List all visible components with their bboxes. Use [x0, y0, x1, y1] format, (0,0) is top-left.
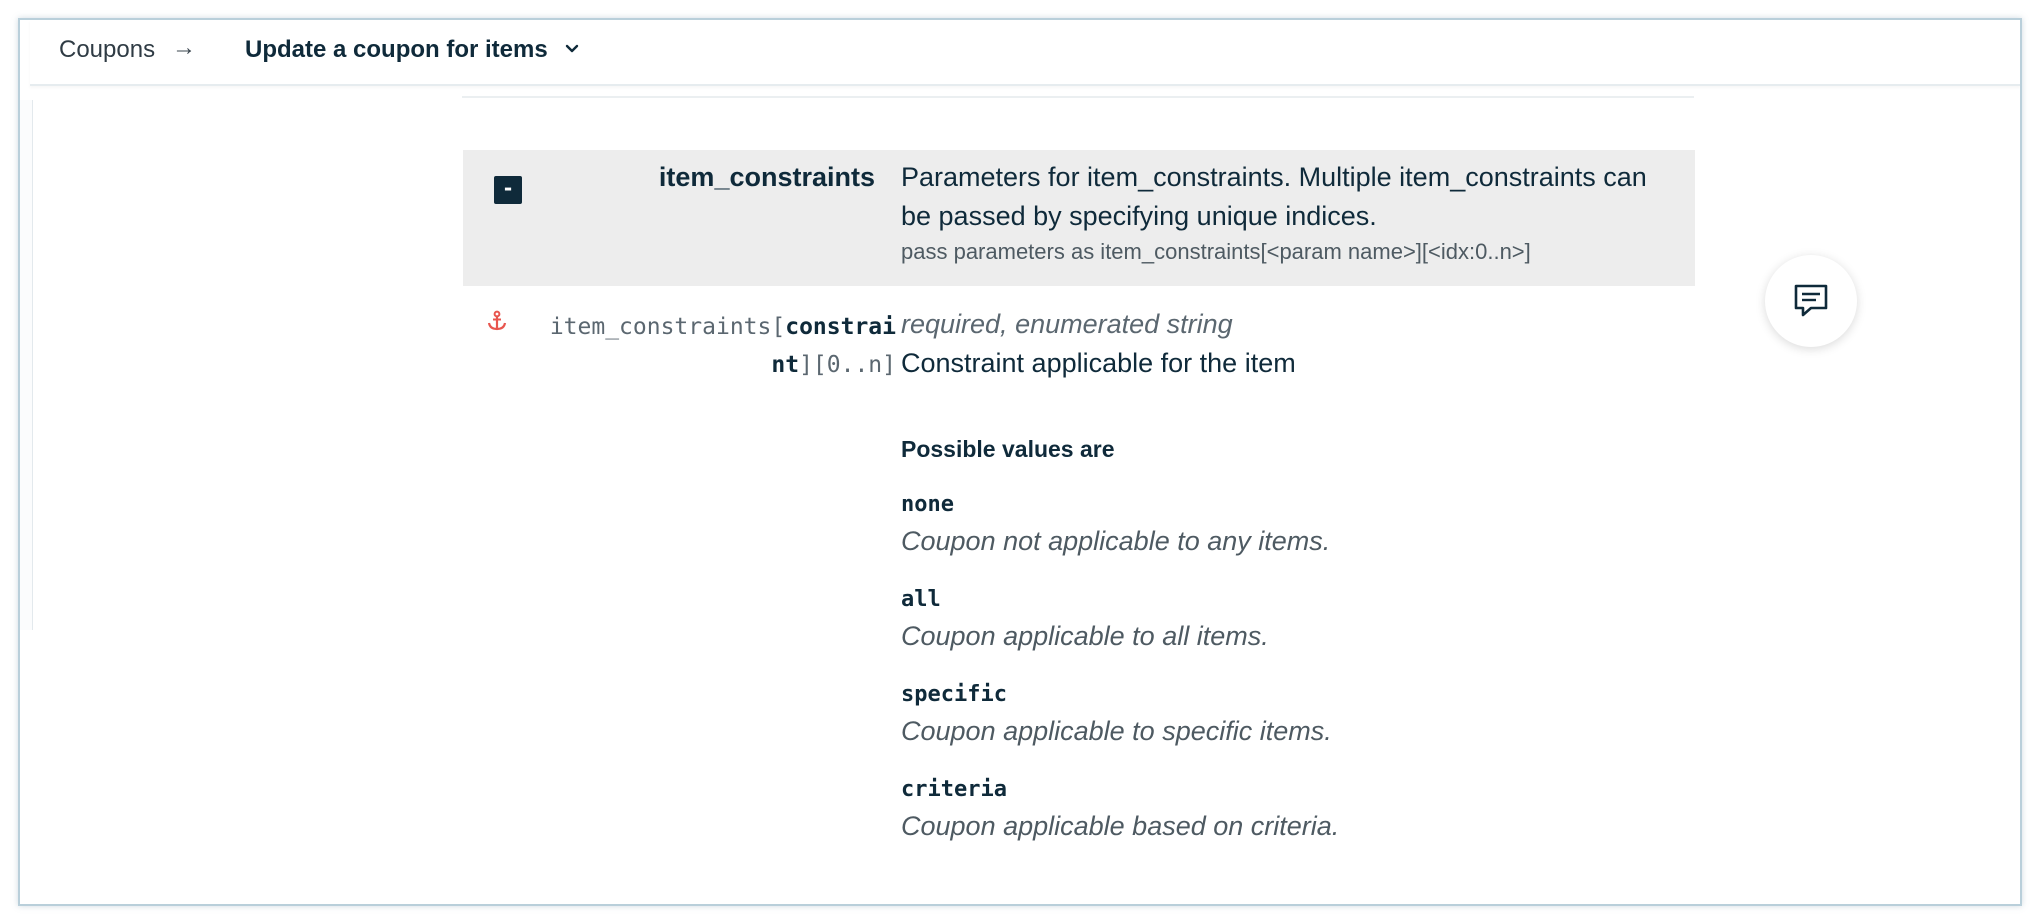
child-param-name-suffix: ][0..n]: [799, 352, 896, 378]
app-window: Coupons → Update a coupon for items - it…: [18, 18, 2022, 906]
child-param-type: required, enumerated string: [901, 309, 1233, 339]
enum-value-code: all: [901, 587, 941, 612]
enum-value-description: Coupon applicable based on criteria.: [901, 811, 1340, 841]
chevron-down-icon[interactable]: [563, 40, 581, 58]
breadcrumb: Coupons → Update a coupon for items: [30, 20, 2020, 86]
enum-value-code: none: [901, 492, 954, 517]
child-param-name: item_constraints[constrai nt][0..n]: [516, 308, 896, 384]
child-param-name-prefix: item_constraints[: [549, 314, 786, 340]
enum-value-code: specific: [901, 682, 1007, 707]
enum-value-description: Coupon applicable to all items.: [901, 621, 1269, 651]
divider: [462, 96, 1694, 98]
breadcrumb-coupons-link[interactable]: Coupons: [59, 36, 155, 64]
arrow-right-icon: →: [172, 34, 196, 61]
enum-value-description: Coupon not applicable to any items.: [901, 526, 1331, 556]
collapse-toggle-button[interactable]: -: [494, 176, 522, 204]
parent-param-name: item_constraints: [658, 162, 875, 192]
enum-value-item: specific Coupon applicable to specific i…: [901, 678, 1701, 773]
chat-bubble-icon: [1794, 284, 1828, 317]
feedback-button[interactable]: [1765, 255, 1857, 347]
child-param-description: Constraint applicable for the item: [901, 348, 1296, 378]
breadcrumb-current-page[interactable]: Update a coupon for items: [245, 36, 548, 64]
enum-value-item: criteria Coupon applicable based on crit…: [901, 773, 1701, 868]
enum-value-item: all Coupon applicable to all items.: [901, 583, 1701, 678]
parent-param-note: pass parameters as item_constraints[<par…: [901, 239, 1531, 264]
parent-param-row: - item_constraints Parameters for item_c…: [463, 150, 1695, 286]
possible-values-heading: Possible values are: [901, 436, 1115, 462]
enum-value-item: none Coupon not applicable to any items.: [901, 488, 1701, 583]
enum-value-description: Coupon applicable to specific items.: [901, 716, 1332, 746]
parent-param-description: Parameters for item_constraints. Multipl…: [901, 162, 1647, 231]
enum-values-list: none Coupon not applicable to any items.…: [901, 488, 1701, 868]
sidebar-edge: [20, 100, 33, 630]
enum-value-code: criteria: [901, 777, 1007, 802]
anchor-icon[interactable]: [486, 310, 508, 332]
